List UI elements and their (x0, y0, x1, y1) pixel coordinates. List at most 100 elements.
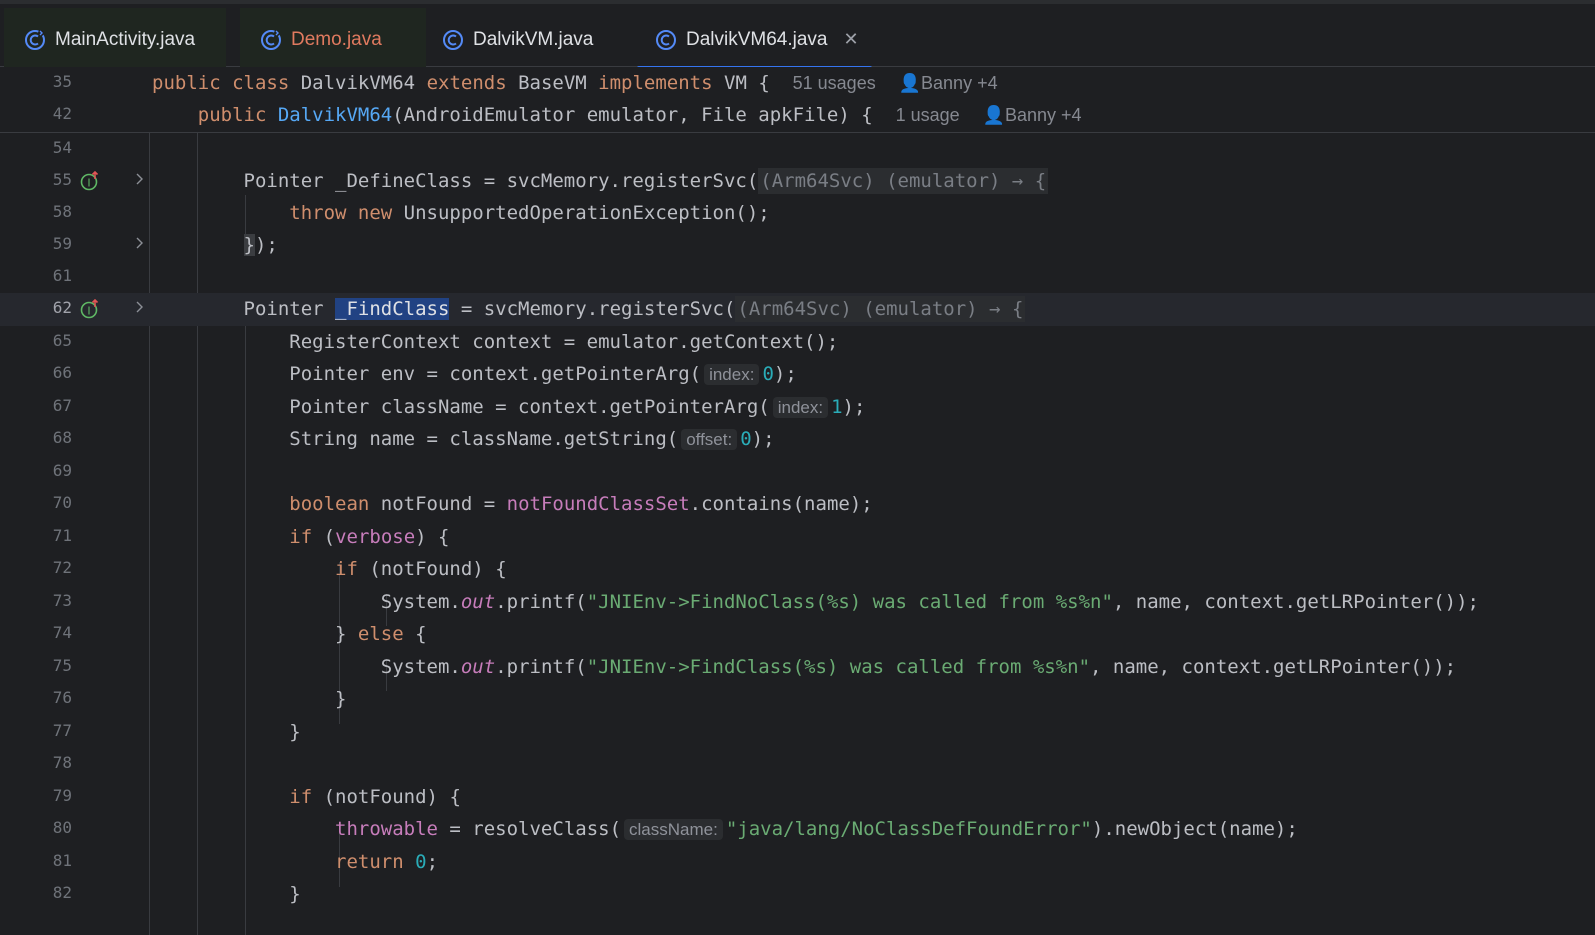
authors-hint[interactable]: Banny +4 (1005, 105, 1082, 125)
code-text: Pointer env = context.getPointerArg(inde… (152, 363, 797, 385)
code-text: if (verbose) { (289, 526, 450, 548)
line-number: 71 (52, 526, 72, 545)
line-number: 69 (52, 461, 72, 480)
code-text: Pointer _DefineClass = svcMemory.registe… (152, 168, 1049, 194)
code-line[interactable]: 71 if (verbose) { (0, 521, 1595, 554)
code-line[interactable]: 59 }); (0, 229, 1595, 262)
code-line[interactable]: 77 } (0, 716, 1595, 749)
line-number: 79 (52, 786, 72, 805)
line-number: 42 (52, 104, 72, 123)
svg-text:I: I (87, 305, 90, 318)
code-line[interactable]: 61 (0, 261, 1595, 294)
code-text: } (152, 721, 301, 743)
code-line[interactable]: 72 if (notFound) { (0, 553, 1595, 586)
class-icon (443, 29, 463, 50)
code-line[interactable]: 81 return 0; (0, 846, 1595, 879)
code-line[interactable]: 54 (0, 133, 1595, 166)
code-line[interactable]: 55 I Pointer _DefineClass = svcMemory.re… (0, 165, 1595, 198)
code-text: public DalvikVM64(AndroidEmulator emulat… (197, 104, 1082, 126)
code-line[interactable]: 68 String name = className.getString(off… (0, 423, 1595, 456)
code-text: boolean notFound = notFoundClassSet.cont… (289, 493, 873, 515)
line-number: 67 (52, 396, 72, 415)
line-number: 65 (52, 331, 72, 350)
line-number: 59 (52, 234, 72, 253)
code-editor[interactable]: 35 public class DalvikVM64 extends BaseV… (0, 67, 1595, 935)
code-line[interactable]: 74 } else { (0, 618, 1595, 651)
line-number: 77 (52, 721, 72, 740)
editor-tab-bar: MainActivity.java Demo.java DalvikVM.jav… (0, 0, 1595, 71)
code-line[interactable]: 42 public DalvikVM64(AndroidEmulator emu… (0, 99, 1595, 132)
tab-demo[interactable]: Demo.java (240, 8, 426, 71)
fold-expand-icon[interactable] (134, 172, 146, 186)
line-number: 72 (52, 558, 72, 577)
code-text: if (notFound) { (289, 786, 461, 808)
svg-text:I: I (87, 177, 90, 190)
line-number: 75 (52, 656, 72, 675)
code-text: if (notFound) { (335, 558, 507, 580)
class-icon (261, 29, 281, 50)
code-text: public class DalvikVM64 extends BaseVM i… (152, 72, 998, 94)
line-number: 58 (52, 202, 72, 221)
code-text: }); (243, 234, 278, 256)
class-icon (25, 29, 45, 50)
line-number: 54 (52, 138, 72, 157)
line-number: 73 (52, 591, 72, 610)
code-line[interactable]: 67 Pointer className = context.getPointe… (0, 391, 1595, 424)
parameter-hint: index: (704, 364, 760, 385)
line-number: 80 (52, 818, 72, 837)
tab-dalvikvm[interactable]: DalvikVM.java (442, 8, 632, 71)
tab-dalvikvm64[interactable]: DalvikVM64.java ✕ (637, 8, 872, 71)
class-icon (656, 29, 676, 50)
line-number: 74 (52, 623, 72, 642)
line-number: 81 (52, 851, 72, 870)
usages-hint[interactable]: 51 usages (793, 73, 876, 93)
line-number: 61 (52, 266, 72, 285)
code-text: } (152, 883, 301, 905)
code-line[interactable]: 75 System.out.printf("JNIEnv->FindClass(… (0, 651, 1595, 684)
code-line[interactable]: 73 System.out.printf("JNIEnv->FindNoClas… (0, 586, 1595, 619)
code-text: System.out.printf("JNIEnv->FindClass(%s)… (152, 656, 1457, 678)
line-number: 55 (52, 170, 72, 189)
parameter-hint: className: (624, 819, 723, 840)
code-line[interactable]: 69 (0, 456, 1595, 489)
implements-method-icon[interactable]: I (80, 299, 100, 319)
code-line-current[interactable]: 62 I Pointer _FindClass = svcMemory.regi… (0, 293, 1595, 326)
implements-method-icon[interactable]: I (80, 171, 100, 191)
code-text: } (152, 688, 347, 710)
author-icon: 👤 (982, 105, 1005, 125)
code-line[interactable]: 78 (0, 748, 1595, 781)
code-line[interactable]: 58 throw new UnsupportedOperationExcepti… (0, 197, 1595, 230)
close-tab-icon[interactable]: ✕ (844, 29, 859, 50)
code-text: String name = className.getString(offset… (152, 428, 775, 450)
fold-expand-icon[interactable] (134, 236, 146, 250)
code-text: } else { (152, 623, 427, 645)
fold-expand-icon[interactable] (134, 300, 146, 314)
code-text: RegisterContext context = emulator.getCo… (152, 331, 839, 353)
sticky-scroll-header: 35 public class DalvikVM64 extends BaseV… (0, 67, 1595, 133)
code-text: return 0; (335, 851, 439, 873)
code-text: Pointer _FindClass = svcMemory.registerS… (152, 296, 1026, 322)
usages-hint[interactable]: 1 usage (896, 105, 960, 125)
tab-mainactivity[interactable]: MainActivity.java (4, 8, 226, 71)
code-line[interactable]: 82 } (0, 878, 1595, 911)
parameter-hint: offset: (681, 429, 738, 450)
line-number: 68 (52, 428, 72, 447)
code-line[interactable]: 35 public class DalvikVM64 extends BaseV… (0, 67, 1595, 100)
parameter-hint: index: (772, 397, 829, 418)
code-line[interactable]: 80 throwable = resolveClass(className: "j… (0, 813, 1595, 846)
line-number: 70 (52, 493, 72, 512)
code-line[interactable]: 66 Pointer env = context.getPointerArg(i… (0, 358, 1595, 391)
line-number: 82 (52, 883, 72, 902)
code-text: throw new UnsupportedOperationException(… (289, 202, 770, 224)
line-number: 62 (52, 298, 72, 317)
code-line[interactable]: 65 RegisterContext context = emulator.ge… (0, 326, 1595, 359)
code-line[interactable]: 70 boolean notFound = notFoundClassSet.c… (0, 488, 1595, 521)
code-text: System.out.printf("JNIEnv->FindNoClass(%… (152, 591, 1479, 613)
authors-hint[interactable]: Banny +4 (921, 73, 998, 93)
code-line[interactable]: 79 if (notFound) { (0, 781, 1595, 814)
line-number: 76 (52, 688, 72, 707)
code-text: Pointer className = context.getPointerAr… (152, 396, 866, 418)
code-line[interactable]: 76 } (0, 683, 1595, 716)
code-text: throwable = resolveClass(className: "java… (335, 818, 1298, 840)
line-number: 35 (52, 72, 72, 91)
